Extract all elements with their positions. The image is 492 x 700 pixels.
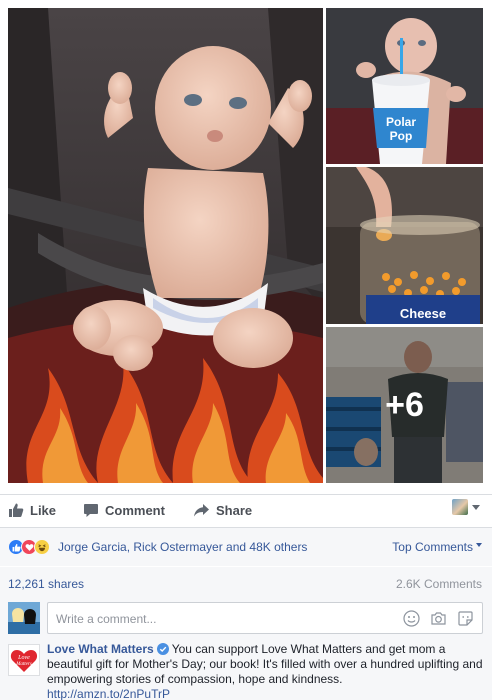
- reactors-names[interactable]: Jorge Garcia, Rick Ostermayer and 48K ot…: [58, 540, 307, 554]
- haha-reaction-icon: [34, 539, 50, 555]
- more-photos-overlay[interactable]: +6: [326, 327, 483, 483]
- comments-count[interactable]: 2.6K Comments: [396, 577, 482, 591]
- photo-man-in-store[interactable]: +6: [326, 327, 483, 483]
- comment-label: Comment: [105, 502, 165, 518]
- reactions-summary: Jorge Garcia, Rick Ostermayer and 48K ot…: [0, 528, 492, 566]
- photo-grid: Polar Pop Cheese +6: [8, 8, 483, 483]
- photo-doll-cheese-jar[interactable]: Cheese: [326, 167, 483, 324]
- comment-button[interactable]: Comment: [83, 502, 165, 518]
- composer-tools: [403, 610, 474, 627]
- thumbs-up-icon: [9, 503, 24, 517]
- verified-badge-icon: [156, 643, 169, 655]
- post-stats: 12,261 shares 2.6K Comments: [0, 567, 492, 597]
- sticker-icon[interactable]: [457, 610, 474, 627]
- comment-composer: Write a comment...: [0, 597, 492, 639]
- photo-doll-with-cup[interactable]: Polar Pop: [326, 8, 483, 164]
- cup-brand-line2: Pop: [390, 129, 413, 143]
- like-button[interactable]: Like: [8, 502, 56, 518]
- share-label: Share: [216, 502, 253, 518]
- photo-baby-doll-car-seat[interactable]: [8, 8, 323, 483]
- reaction-icons[interactable]: [8, 539, 50, 555]
- share-button[interactable]: Share: [193, 502, 252, 518]
- page-avatar[interactable]: Love Matters: [8, 644, 40, 676]
- comment-input[interactable]: Write a comment...: [47, 602, 483, 634]
- comment-sort-label: Top Comments: [392, 540, 473, 554]
- comment-author[interactable]: Love What Matters: [47, 642, 154, 656]
- cup-brand-line1: Polar: [386, 115, 416, 129]
- comment-link[interactable]: http://amzn.to/2nPuTrP: [47, 687, 170, 700]
- shares-count[interactable]: 12,261 shares: [8, 577, 84, 591]
- emoji-icon[interactable]: [403, 610, 420, 627]
- page-comment: Love Matters Love What Matters You can su…: [0, 639, 492, 700]
- doll-cheese-jar-image: Cheese: [326, 167, 483, 324]
- share-arrow-icon: [194, 504, 209, 517]
- chevron-down-icon: [472, 504, 480, 510]
- like-label: Like: [30, 502, 57, 518]
- comment-body: Love What Matters You can support Love Wh…: [47, 642, 485, 700]
- more-photos-count: +6: [385, 385, 424, 424]
- love-what-matters-logo: Love Matters: [9, 645, 39, 675]
- svg-text:Matters: Matters: [15, 662, 32, 667]
- jar-label: Cheese: [400, 306, 446, 321]
- svg-text:Love: Love: [17, 655, 30, 661]
- doll-with-cup-image: Polar Pop: [326, 8, 483, 164]
- comment-input-placeholder: Write a comment...: [56, 612, 157, 626]
- baby-doll-car-seat-image: [8, 8, 323, 483]
- avatar: [8, 602, 40, 634]
- chevron-down-icon: [476, 543, 482, 547]
- post-actions: Like Comment Share: [0, 495, 492, 525]
- comment-sort-dropdown[interactable]: Top Comments: [392, 540, 482, 554]
- post-as-selector[interactable]: [452, 499, 480, 515]
- viewer-avatar: [452, 499, 468, 515]
- comment-bubble-icon: [84, 504, 98, 517]
- camera-icon[interactable]: [430, 610, 447, 627]
